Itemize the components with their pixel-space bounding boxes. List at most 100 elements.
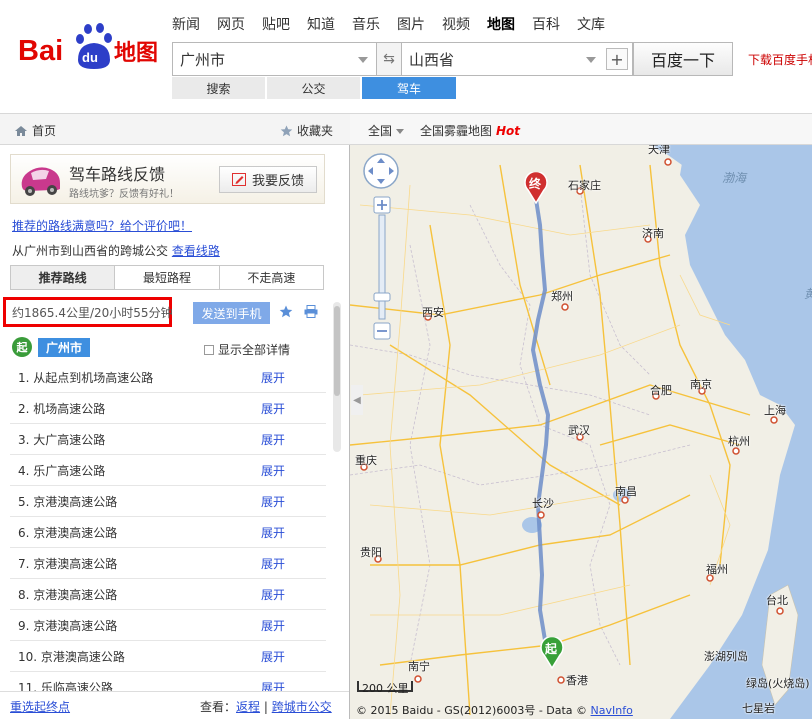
smog-label: 全国雾霾地图 <box>420 124 493 138</box>
cross-city-bus-link[interactable]: 跨城市公交 <box>272 700 332 714</box>
route-step[interactable]: 9. 京港澳高速公路 展开 <box>10 610 326 641</box>
download-app-link[interactable]: 下载百度手机 <box>748 51 812 68</box>
route-step[interactable]: 2. 机场高速公路 展开 <box>10 393 326 424</box>
nav-link[interactable]: 地图 <box>487 14 515 34</box>
city-label: 重庆 <box>355 454 377 467</box>
nav-link[interactable]: 百科 <box>532 14 560 34</box>
collapse-panel-icon[interactable]: ◀ <box>351 385 363 415</box>
city-label: 七星岩 <box>742 702 775 715</box>
end-badge: 终 <box>529 177 542 191</box>
view-route-link[interactable]: 查看线路 <box>172 244 220 258</box>
route-step[interactable]: 1. 从起点到机场高速公路 展开 <box>10 362 326 393</box>
route-step-list: 1. 从起点到机场高速公路 展开 2. 机场高速公路 展开 3. 大广高速公路 展开 4. … <box>10 362 326 703</box>
pan-control[interactable] <box>363 153 399 189</box>
home-link[interactable]: 首页 <box>14 122 56 139</box>
expand-link[interactable]: 展开 <box>261 648 285 665</box>
feedback-subtitle: 路线坑爹？反馈有好礼！ <box>69 189 179 200</box>
city-label: 长沙 <box>532 497 554 510</box>
to-input[interactable]: 山西省 + <box>401 42 633 76</box>
mode-tabs: 搜索 公交 驾车 <box>172 77 456 99</box>
step-text: 5. 京港澳高速公路 <box>18 494 118 509</box>
expand-link[interactable]: 展开 <box>261 617 285 634</box>
add-waypoint-icon[interactable]: + <box>606 48 628 70</box>
print-icon[interactable] <box>304 305 318 318</box>
zoom-handle[interactable] <box>373 292 391 302</box>
swap-icon[interactable]: ⇆ <box>377 42 401 76</box>
route-tab[interactable]: 不走高速 <box>219 266 323 289</box>
step-text: 1. 从起点到机场高速公路 <box>18 370 154 385</box>
favorites-link[interactable]: 收藏夹 <box>280 122 333 139</box>
mode-tab[interactable]: 搜索 <box>172 77 265 99</box>
step-text: 9. 京港澳高速公路 <box>18 618 118 633</box>
map-canvas[interactable]: 天津 石家庄 济南 郑州 西安 合肥 南京 上海 武汉 杭州 重庆 长沙 南昌 … <box>350 145 812 719</box>
end-marker[interactable]: 终 <box>524 170 548 207</box>
route-step[interactable]: 6. 京港澳高速公路 展开 <box>10 517 326 548</box>
mode-tab[interactable]: 公交 <box>267 77 360 99</box>
rate-route-link[interactable]: 推荐的路线满意吗？给个评价吧！ <box>12 217 192 234</box>
city-label: 澎湖列岛 <box>704 650 748 663</box>
start-marker[interactable]: 起 <box>540 635 564 672</box>
route-step[interactable]: 5. 京港澳高速公路 展开 <box>10 486 326 517</box>
route-step[interactable]: 8. 京港澳高速公路 展开 <box>10 579 326 610</box>
map-toolbar: 全国 全国雾霾地图 Hot <box>350 113 812 145</box>
svg-text:Bai: Bai <box>18 35 63 67</box>
start-city-tag: 广州市 <box>38 337 91 357</box>
from-dropdown-icon[interactable] <box>358 57 368 63</box>
route-tabs: 推荐路线 最短路程 不走高速 <box>10 265 324 290</box>
route-summary: 约1865.4公里/20小时55分钟 <box>3 297 173 327</box>
expand-link[interactable]: 展开 <box>261 524 285 541</box>
route-step[interactable]: 7. 京港澳高速公路 展开 <box>10 548 326 579</box>
baidu-map-logo[interactable]: Bai du 地图 <box>18 22 160 72</box>
sea-label: 渤海 <box>722 171 747 185</box>
expand-link[interactable]: 展开 <box>261 431 285 448</box>
city-label: 石家庄 <box>568 179 601 192</box>
show-all-details-toggle[interactable]: 显示全部详情 <box>204 341 290 358</box>
route-step[interactable]: 3. 大广高速公路 展开 <box>10 424 326 455</box>
scroll-thumb[interactable] <box>334 306 340 396</box>
expand-link[interactable]: 展开 <box>261 400 285 417</box>
map-copyright: © 2015 Baidu - GS(2012)6003号 - Data © Na… <box>356 702 633 718</box>
smog-map-link[interactable]: 全国雾霾地图 Hot <box>420 122 520 139</box>
copyright-text: © 2015 Baidu - GS(2012)6003号 - Data © <box>356 704 591 717</box>
send-to-phone-button[interactable]: 发送到手机 <box>193 302 270 324</box>
nation-select[interactable]: 全国 <box>368 122 405 139</box>
city-label: 南昌 <box>615 485 637 498</box>
navinfo-link[interactable]: NavInfo <box>591 704 633 717</box>
feedback-title: 驾车路线反馈 <box>69 165 166 184</box>
reselect-endpoints-link[interactable]: 重选起终点 <box>10 698 70 715</box>
nav-link[interactable]: 贴吧 <box>262 14 290 34</box>
nav-link[interactable]: 网页 <box>217 14 245 34</box>
hot-badge: Hot <box>496 124 521 138</box>
sea-label: 黄 <box>804 285 812 302</box>
step-text: 3. 大广高速公路 <box>18 432 106 447</box>
nav-link[interactable]: 文库 <box>577 14 605 34</box>
to-dropdown-icon[interactable] <box>586 57 596 63</box>
search-button[interactable]: 百度一下 <box>633 42 733 76</box>
return-trip-link[interactable]: 返程 <box>236 700 260 714</box>
expand-link[interactable]: 展开 <box>261 586 285 603</box>
feedback-button[interactable]: 我要反馈 <box>219 166 317 193</box>
mode-tab[interactable]: 驾车 <box>362 77 456 99</box>
nav-link[interactable]: 视频 <box>442 14 470 34</box>
zoom-slider[interactable] <box>378 214 386 320</box>
route-step[interactable]: 10. 京港澳高速公路 展开 <box>10 641 326 672</box>
from-input[interactable]: 广州市 <box>172 42 377 76</box>
show-all-checkbox[interactable] <box>204 344 214 355</box>
route-tab[interactable]: 推荐路线 <box>11 266 116 289</box>
start-row: 起 广州市 <box>12 337 91 357</box>
route-tab[interactable]: 最短路程 <box>115 266 220 289</box>
route-step[interactable]: 4. 乐广高速公路 展开 <box>10 455 326 486</box>
expand-link[interactable]: 展开 <box>261 369 285 386</box>
city-label: 香港 <box>566 674 588 687</box>
step-text: 2. 机场高速公路 <box>18 401 106 416</box>
expand-link[interactable]: 展开 <box>261 462 285 479</box>
nav-link[interactable]: 知道 <box>307 14 335 34</box>
nav-link[interactable]: 音乐 <box>352 14 380 34</box>
panel-scrollbar[interactable] <box>333 302 341 452</box>
city-label: 上海 <box>764 404 786 417</box>
nav-link[interactable]: 新闻 <box>172 14 200 34</box>
nav-link[interactable]: 图片 <box>397 14 425 34</box>
expand-link[interactable]: 展开 <box>261 493 285 510</box>
expand-link[interactable]: 展开 <box>261 555 285 572</box>
favorite-route-icon[interactable] <box>279 305 293 318</box>
